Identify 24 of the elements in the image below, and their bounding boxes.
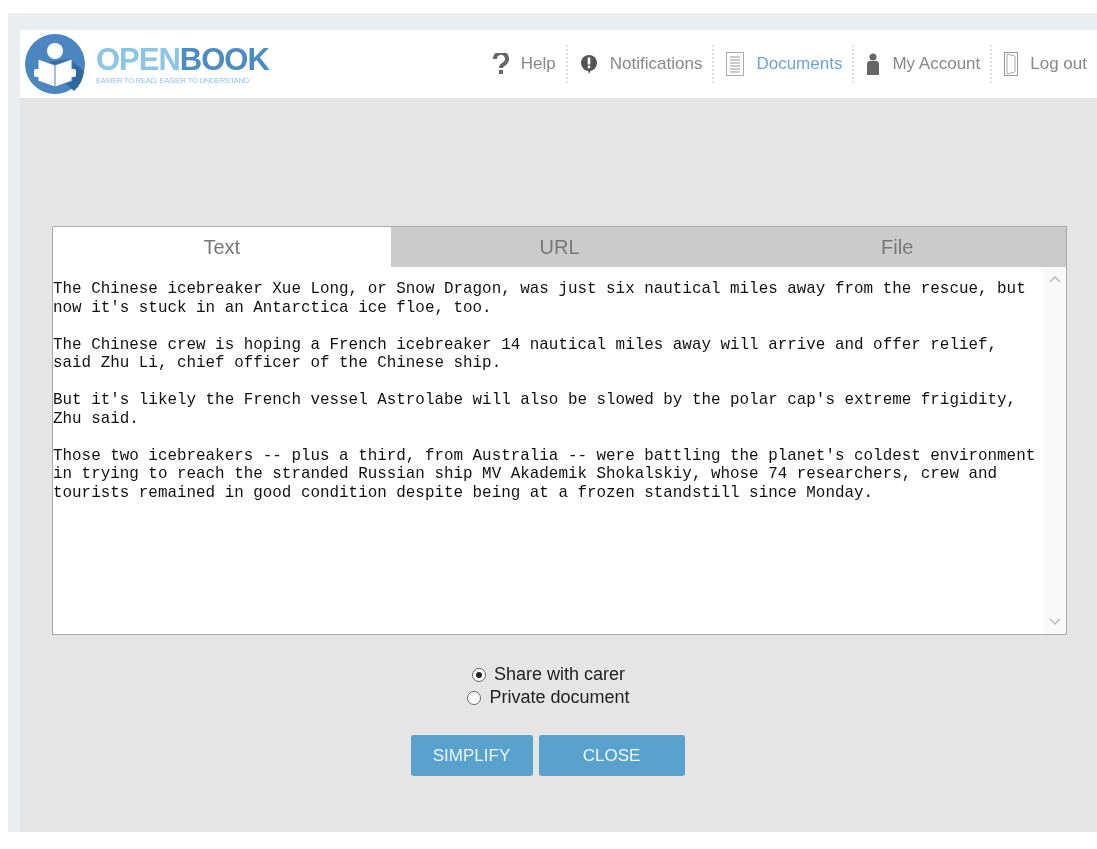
radio-label: Share with carer [493, 664, 626, 685]
help-icon [492, 53, 509, 75]
nav-link[interactable]: My Account [852, 45, 991, 83]
tab[interactable]: File [728, 227, 1066, 267]
radio-button[interactable] [467, 690, 482, 705]
radio-button[interactable] [471, 667, 486, 682]
radio-label: Private document [489, 687, 630, 708]
tab[interactable]: URL [390, 227, 729, 267]
nav-link[interactable]: Help [480, 45, 566, 83]
nav-link[interactable]: Documents [712, 45, 853, 83]
nav-link[interactable]: Log out [990, 45, 1097, 83]
nav-link[interactable]: Notifications [565, 45, 713, 83]
logo-icon [24, 33, 86, 95]
action-button[interactable]: SIMPLIFY [410, 735, 533, 776]
paragraph: The Chinese icebreaker Xue Long, or Snow Dragon, was just six nautical miles away from the rescue, but now it's stuck in an Antarctica ice floe, too. [53, 280, 1027, 317]
logo-wordmark: OPENBOOK [96, 43, 269, 76]
action-button[interactable]: CLOSE [538, 735, 685, 776]
paragraph: But it's likely the French vessel Astrolabe will also be slowed by the polar cap's extreme frigidity, Zhu said. [53, 391, 1018, 428]
document-icon [726, 52, 745, 76]
alert-icon [579, 54, 598, 74]
door-icon [1004, 52, 1019, 76]
paragraph: The Chinese crew is hoping a French icebreaker 14 nautical miles away will arrive and offer relief, said Zhu Li, chief officer of the Chinese ship. [53, 335, 999, 373]
person-icon [866, 53, 881, 75]
paragraph: Those two icebreakers -- plus a third, from Australia -- were battling the planet's coldest environment in trying to reach the stranded Russian ship MV Akademik Shokalskiy, whose 74 researchers, crew and tourists remained in good condition despite being at a frozen standstill since Monday. [53, 446, 1037, 502]
